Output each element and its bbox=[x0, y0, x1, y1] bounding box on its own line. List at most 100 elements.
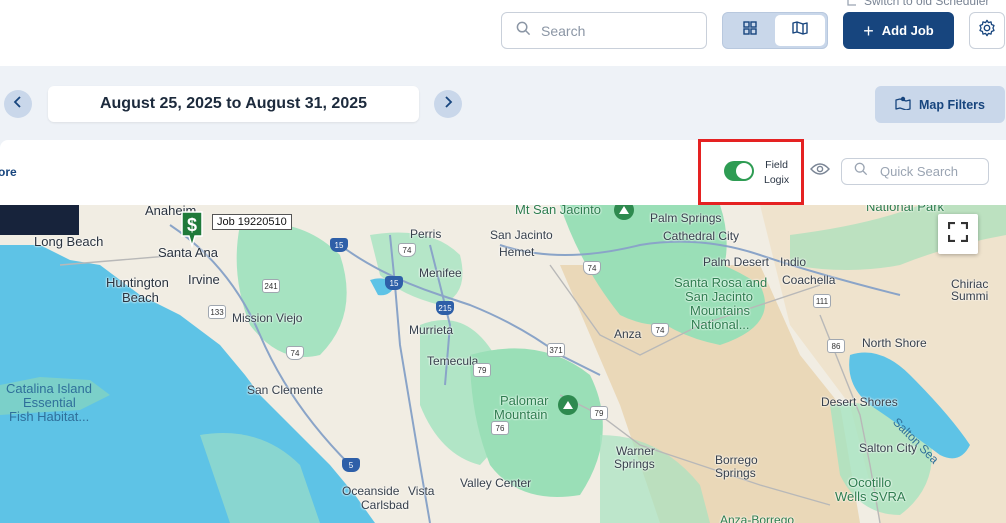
add-job-button[interactable]: + Add Job bbox=[843, 12, 954, 49]
place-label: Cathedral City bbox=[663, 229, 740, 243]
highway-shield: 371 bbox=[547, 343, 565, 357]
plus-icon: + bbox=[863, 20, 874, 41]
place-label: Palm Desert bbox=[703, 255, 770, 269]
highway-shield: 74 bbox=[286, 346, 304, 360]
place-label: Borrego bbox=[715, 453, 758, 467]
place-label: Mountain bbox=[494, 407, 548, 422]
highway-shield: 5 bbox=[342, 458, 360, 472]
place-label: Beach bbox=[122, 290, 159, 305]
highway-shield: 215 bbox=[436, 301, 454, 315]
switch-icon bbox=[846, 0, 858, 8]
place-label: Warner bbox=[616, 444, 655, 458]
place-label: Summi bbox=[951, 289, 989, 303]
place-label: Long Beach bbox=[34, 234, 104, 249]
place-label: San Jacinto bbox=[685, 289, 753, 304]
switch-old-label: Switch to old Scheduler bbox=[864, 0, 990, 8]
map-canvas[interactable]: Anaheim Long Beach Santa Ana Huntington … bbox=[0, 205, 1006, 523]
highway-shield: 79 bbox=[590, 406, 608, 420]
highway-shield: 133 bbox=[208, 305, 226, 319]
map-filters-label: Map Filters bbox=[919, 97, 985, 112]
search-input[interactable] bbox=[541, 22, 691, 39]
place-label: Desert Shores bbox=[821, 395, 898, 409]
fullscreen-icon bbox=[947, 221, 969, 247]
fullscreen-button[interactable] bbox=[938, 214, 978, 254]
highway-shield: 76 bbox=[491, 421, 509, 435]
place-label: Fish Habitat... bbox=[9, 409, 90, 424]
highway-shield: 111 bbox=[813, 294, 831, 308]
map-overlay-strip bbox=[0, 205, 79, 235]
switch-old-scheduler-link[interactable]: Switch to old Scheduler bbox=[846, 0, 989, 8]
place-label: Springs bbox=[614, 457, 655, 471]
quick-search-input[interactable] bbox=[880, 164, 990, 179]
place-label: Valley Center bbox=[460, 476, 532, 490]
place-label: Ocotillo bbox=[848, 475, 892, 490]
gear-icon bbox=[978, 19, 996, 42]
job-marker-pin[interactable]: $ bbox=[179, 210, 205, 249]
place-label: Mission Viejo bbox=[232, 311, 303, 325]
grid-list-icon bbox=[743, 21, 757, 40]
place-label: Huntington bbox=[106, 275, 169, 290]
map-view-button[interactable] bbox=[775, 15, 825, 46]
place-label: Murrieta bbox=[409, 323, 454, 337]
highlight-box bbox=[698, 139, 804, 205]
add-job-label: Add Job bbox=[881, 23, 934, 38]
eye-icon bbox=[810, 162, 830, 181]
next-week-button[interactable] bbox=[434, 90, 462, 118]
place-label: Anza bbox=[614, 327, 642, 341]
place-label: Catalina Island bbox=[6, 381, 92, 396]
park-icon bbox=[558, 395, 578, 415]
dollar-pin-icon: $ bbox=[179, 211, 205, 252]
place-label: Salton City bbox=[859, 441, 918, 455]
map-filter-icon bbox=[895, 96, 919, 113]
chevron-left-icon bbox=[13, 95, 23, 113]
place-label: San Jacinto bbox=[490, 228, 553, 242]
place-label: Santa Rosa and bbox=[674, 275, 768, 290]
highway-shield: 74 bbox=[583, 261, 601, 275]
place-label: National Park bbox=[866, 205, 945, 214]
search-icon bbox=[516, 21, 531, 41]
place-label: Carlsbad bbox=[361, 498, 410, 512]
highway-shield: 241 bbox=[262, 279, 280, 293]
svg-text:$: $ bbox=[187, 215, 197, 235]
place-label: North Shore bbox=[862, 336, 927, 350]
place-label: Coachella bbox=[782, 273, 836, 287]
visibility-button[interactable] bbox=[808, 160, 832, 182]
chevron-right-icon bbox=[443, 95, 453, 113]
place-label: Hemet bbox=[499, 245, 535, 259]
view-toggle bbox=[722, 12, 828, 49]
place-label: Indio bbox=[780, 255, 807, 269]
highway-shield: 15 bbox=[330, 238, 348, 252]
highway-shield: 86 bbox=[827, 339, 845, 353]
place-label: Irvine bbox=[188, 272, 220, 287]
place-label: Palm Springs bbox=[650, 211, 722, 225]
top-bar: Switch to old Scheduler + Add Job bbox=[0, 0, 1006, 66]
place-label: Mountains bbox=[690, 303, 750, 318]
map-icon bbox=[792, 21, 808, 40]
settings-button[interactable] bbox=[969, 12, 1005, 49]
highway-shield: 79 bbox=[473, 363, 491, 377]
more-link[interactable]: ore bbox=[0, 165, 17, 179]
highway-shield: 74 bbox=[398, 243, 416, 257]
place-label: Temecula bbox=[427, 354, 479, 368]
place-label: Wells SVRA bbox=[835, 489, 906, 504]
place-label: Mt San Jacinto bbox=[515, 205, 601, 217]
previous-week-button[interactable] bbox=[4, 90, 32, 118]
search-box[interactable] bbox=[501, 12, 707, 49]
date-range: August 25, 2025 to August 31, 2025 bbox=[48, 86, 419, 122]
place-label: Palomar bbox=[500, 393, 549, 408]
search-icon bbox=[854, 162, 868, 181]
place-label: Essential bbox=[23, 395, 76, 410]
list-view-button[interactable] bbox=[725, 15, 775, 46]
place-label: Anza-Borrego bbox=[720, 513, 795, 523]
highway-shield: 15 bbox=[385, 276, 403, 290]
place-label: Vista bbox=[408, 484, 435, 498]
place-label: Perris bbox=[410, 227, 442, 241]
highway-shield: 74 bbox=[651, 323, 669, 337]
job-marker-label[interactable]: Job 19220510 bbox=[212, 214, 292, 230]
place-label: Menifee bbox=[419, 266, 462, 280]
place-label: San Clemente bbox=[247, 383, 324, 397]
place-label: Oceanside bbox=[342, 484, 400, 498]
quick-search-box[interactable] bbox=[841, 158, 990, 185]
map-filters-button[interactable]: Map Filters bbox=[875, 86, 1005, 123]
place-label: National... bbox=[691, 317, 750, 332]
